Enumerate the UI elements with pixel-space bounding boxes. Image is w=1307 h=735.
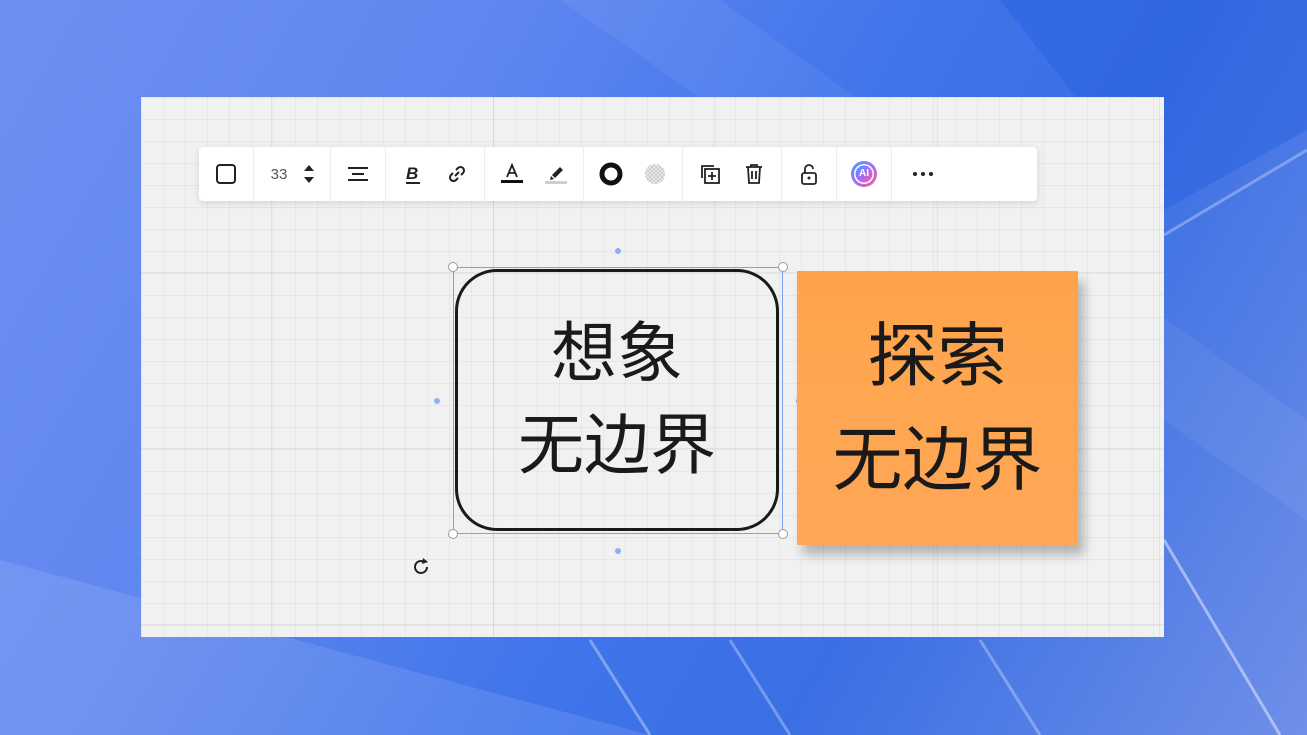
transparent-fill-icon bbox=[643, 162, 667, 186]
trash-icon bbox=[743, 162, 765, 186]
sticky-text-line-2: 无边界 bbox=[832, 419, 1043, 501]
text-color-button[interactable] bbox=[497, 159, 527, 189]
fill-color-button[interactable] bbox=[640, 159, 670, 189]
more-dots-icon bbox=[911, 170, 935, 178]
link-button[interactable] bbox=[442, 159, 472, 189]
stepper-arrows-icon bbox=[303, 162, 315, 186]
connector-point-left[interactable] bbox=[434, 398, 440, 404]
shape-text-line-1: 想象 bbox=[551, 315, 683, 392]
rounded-rectangle-shape[interactable]: 想象 无边界 bbox=[455, 269, 779, 531]
highlight-button[interactable] bbox=[541, 159, 571, 189]
font-size-value[interactable]: 33 bbox=[266, 166, 292, 183]
ai-label: AI bbox=[859, 168, 869, 179]
resize-handle-top-left[interactable] bbox=[448, 262, 458, 272]
link-icon bbox=[446, 163, 468, 185]
floating-toolbar: 33 B AI bbox=[199, 147, 1037, 201]
rotate-handle[interactable] bbox=[409, 557, 433, 581]
bold-icon: B bbox=[403, 163, 423, 185]
bold-button[interactable]: B bbox=[398, 159, 428, 189]
border-color-button[interactable] bbox=[596, 159, 626, 189]
toolbar-group-align bbox=[331, 147, 386, 201]
svg-text:B: B bbox=[406, 164, 418, 183]
connector-point-top[interactable] bbox=[615, 248, 621, 254]
shape-text-line-2: 无边界 bbox=[518, 407, 716, 484]
sticky-text-line-1: 探索 bbox=[867, 315, 1008, 397]
lock-button[interactable] bbox=[794, 159, 824, 189]
connector-point-bottom[interactable] bbox=[615, 548, 621, 554]
resize-handle-bottom-left[interactable] bbox=[448, 529, 458, 539]
delete-button[interactable] bbox=[739, 159, 769, 189]
shape-type-button[interactable] bbox=[211, 159, 241, 189]
highlighter-icon bbox=[544, 162, 568, 186]
toolbar-group-colors bbox=[485, 147, 584, 201]
toolbar-group-fill bbox=[584, 147, 683, 201]
unlock-icon bbox=[798, 162, 820, 186]
font-size-stepper[interactable] bbox=[300, 159, 318, 189]
toolbar-group-more bbox=[892, 147, 954, 201]
rotate-icon bbox=[410, 556, 432, 582]
toolbar-group-lock bbox=[782, 147, 837, 201]
ai-icon: AI bbox=[849, 159, 879, 189]
duplicate-button[interactable] bbox=[695, 159, 725, 189]
toolbar-group-edit bbox=[683, 147, 782, 201]
border-circle-icon bbox=[599, 162, 623, 186]
text-align-button[interactable] bbox=[343, 159, 373, 189]
resize-handle-bottom-right[interactable] bbox=[778, 529, 788, 539]
toolbar-group-text-format: B bbox=[386, 147, 485, 201]
duplicate-icon bbox=[698, 162, 722, 186]
ai-button[interactable]: AI bbox=[849, 159, 879, 189]
resize-handle-top-right[interactable] bbox=[778, 262, 788, 272]
text-color-icon bbox=[500, 162, 524, 186]
sticky-note[interactable]: 探索 无边界 bbox=[797, 271, 1078, 545]
whiteboard-canvas[interactable]: 33 B AI 想象 无边界 探索 无边界 bbox=[141, 97, 1164, 637]
toolbar-group-shape bbox=[199, 147, 254, 201]
rounded-square-icon bbox=[215, 163, 237, 185]
more-options-button[interactable] bbox=[908, 159, 938, 189]
toolbar-group-ai: AI bbox=[837, 147, 892, 201]
toolbar-group-font-size: 33 bbox=[254, 147, 331, 201]
align-center-icon bbox=[347, 165, 369, 183]
